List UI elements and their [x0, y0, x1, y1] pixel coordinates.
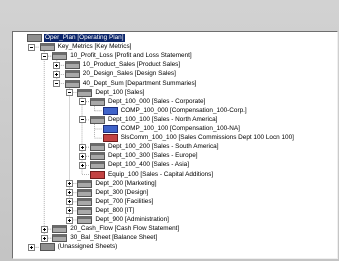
- folder-icon: [52, 225, 68, 234]
- collapse-icon[interactable]: [28, 43, 36, 51]
- tree-item-label: Dept_200 [Marketing]: [95, 179, 157, 187]
- expand-icon[interactable]: [78, 143, 86, 151]
- tree-item-label: Key_Metrics [Key Metrics]: [57, 43, 132, 51]
- blue-sheet-icon: [102, 106, 118, 115]
- sheet-icon: [27, 34, 42, 42]
- folder-icon: [90, 115, 105, 124]
- expand-icon[interactable]: [78, 152, 86, 160]
- tree-item-label: Dept_100_000 [Sales - Corporate]: [108, 97, 206, 105]
- tree-item-label: Equip_100 [Sales - Capital Additions]: [108, 170, 214, 178]
- folder-icon: [64, 61, 80, 70]
- blue-sheet-icon: [102, 125, 118, 133]
- tree-item-label: 30_Bal_Sheet [Balance Sheet]: [70, 234, 158, 242]
- folder-icon: [90, 161, 105, 170]
- sheet-outline-tree[interactable]: Oper_Plan [Operating Plan] Key_Metrics [K…: [12, 31, 338, 259]
- tree-item-label: 20_Design_Sales [Design Sales]: [82, 70, 176, 78]
- expand-icon[interactable]: [78, 161, 86, 169]
- tree-item[interactable]: (Unassigned Sheets): [39, 242, 119, 252]
- expand-icon[interactable]: [65, 189, 73, 197]
- folder-icon: [64, 79, 80, 88]
- red-sheet-icon: [90, 170, 105, 179]
- collapse-icon[interactable]: [78, 116, 86, 124]
- sheet-icon: [39, 243, 55, 252]
- folder-icon: [90, 97, 105, 106]
- tree-item-label: Dept_300 [Design]: [95, 188, 149, 196]
- collapse-icon[interactable]: [40, 52, 48, 60]
- expand-icon[interactable]: [28, 243, 36, 251]
- folder-icon: [39, 43, 55, 52]
- tree-item-label: (Unassigned Sheets): [57, 243, 118, 251]
- folder-icon: [52, 52, 68, 61]
- expand-icon[interactable]: [53, 70, 61, 78]
- folder-icon: [77, 197, 93, 206]
- collapse-icon[interactable]: [78, 98, 86, 106]
- tree-item-label: Dept_900 [Administration]: [95, 216, 169, 223]
- tree-item-label: 10_Profit_Loss [Profit and Loss Statemen…: [70, 52, 192, 60]
- expand-icon[interactable]: [53, 61, 61, 69]
- tree-item-label: Dept_800 [IT]: [95, 206, 135, 214]
- tree-item-label: Dept_100 [Sales]: [95, 88, 145, 96]
- tree-item-label: COMP_100_000 [Compensation_100-Corp.]: [120, 106, 247, 114]
- expand-icon[interactable]: [40, 234, 48, 242]
- folder-icon: [77, 179, 93, 188]
- red-sheet-icon: [102, 134, 118, 143]
- tree-item-label: 40_Dept_Sum [Department Summaries]: [82, 79, 197, 87]
- collapse-icon[interactable]: [53, 80, 61, 87]
- expand-icon[interactable]: [65, 198, 73, 206]
- tree-item-label: Dept_100_100 [Sales - North America]: [108, 115, 218, 123]
- folder-icon: [77, 216, 93, 224]
- expand-icon[interactable]: [65, 216, 73, 224]
- tree-item-label: Dept_100_300 [Sales - Europe]: [108, 152, 198, 160]
- folder-icon: [90, 143, 105, 152]
- collapse-icon[interactable]: [65, 89, 73, 97]
- tree-item-label: Oper_Plan [Operating Plan]: [44, 34, 125, 42]
- folder-icon: [77, 88, 93, 97]
- tree-item-label: Dept_100_200 [Sales - South America]: [108, 143, 219, 151]
- tree-item-label: Dept_100_400 [Sales - Asia]: [108, 161, 190, 169]
- tree-item-label: 10_Product_Sales [Product Sales]: [82, 61, 181, 69]
- tree-item-label: COMP_100_100 [Compensation_100-NA]: [120, 125, 240, 132]
- tree-item-label: 20_Cash_Flow [Cash Flow Statement]: [70, 225, 180, 233]
- folder-icon: [52, 234, 68, 243]
- folder-icon: [77, 188, 93, 197]
- tree-item-label: SlsComm_100_100 [Sales Commissions Dept …: [120, 134, 294, 142]
- outline-window: Oper_Plan [Operating Plan] Key_Metrics [K…: [0, 0, 339, 261]
- expand-icon[interactable]: [65, 180, 73, 188]
- folder-icon: [77, 206, 93, 215]
- folder-icon: [64, 70, 80, 79]
- expand-icon[interactable]: [40, 225, 48, 233]
- expand-icon[interactable]: [65, 207, 73, 215]
- folder-icon: [90, 152, 105, 161]
- tree-item-label: Dept_700 [Facilities]: [95, 197, 154, 205]
